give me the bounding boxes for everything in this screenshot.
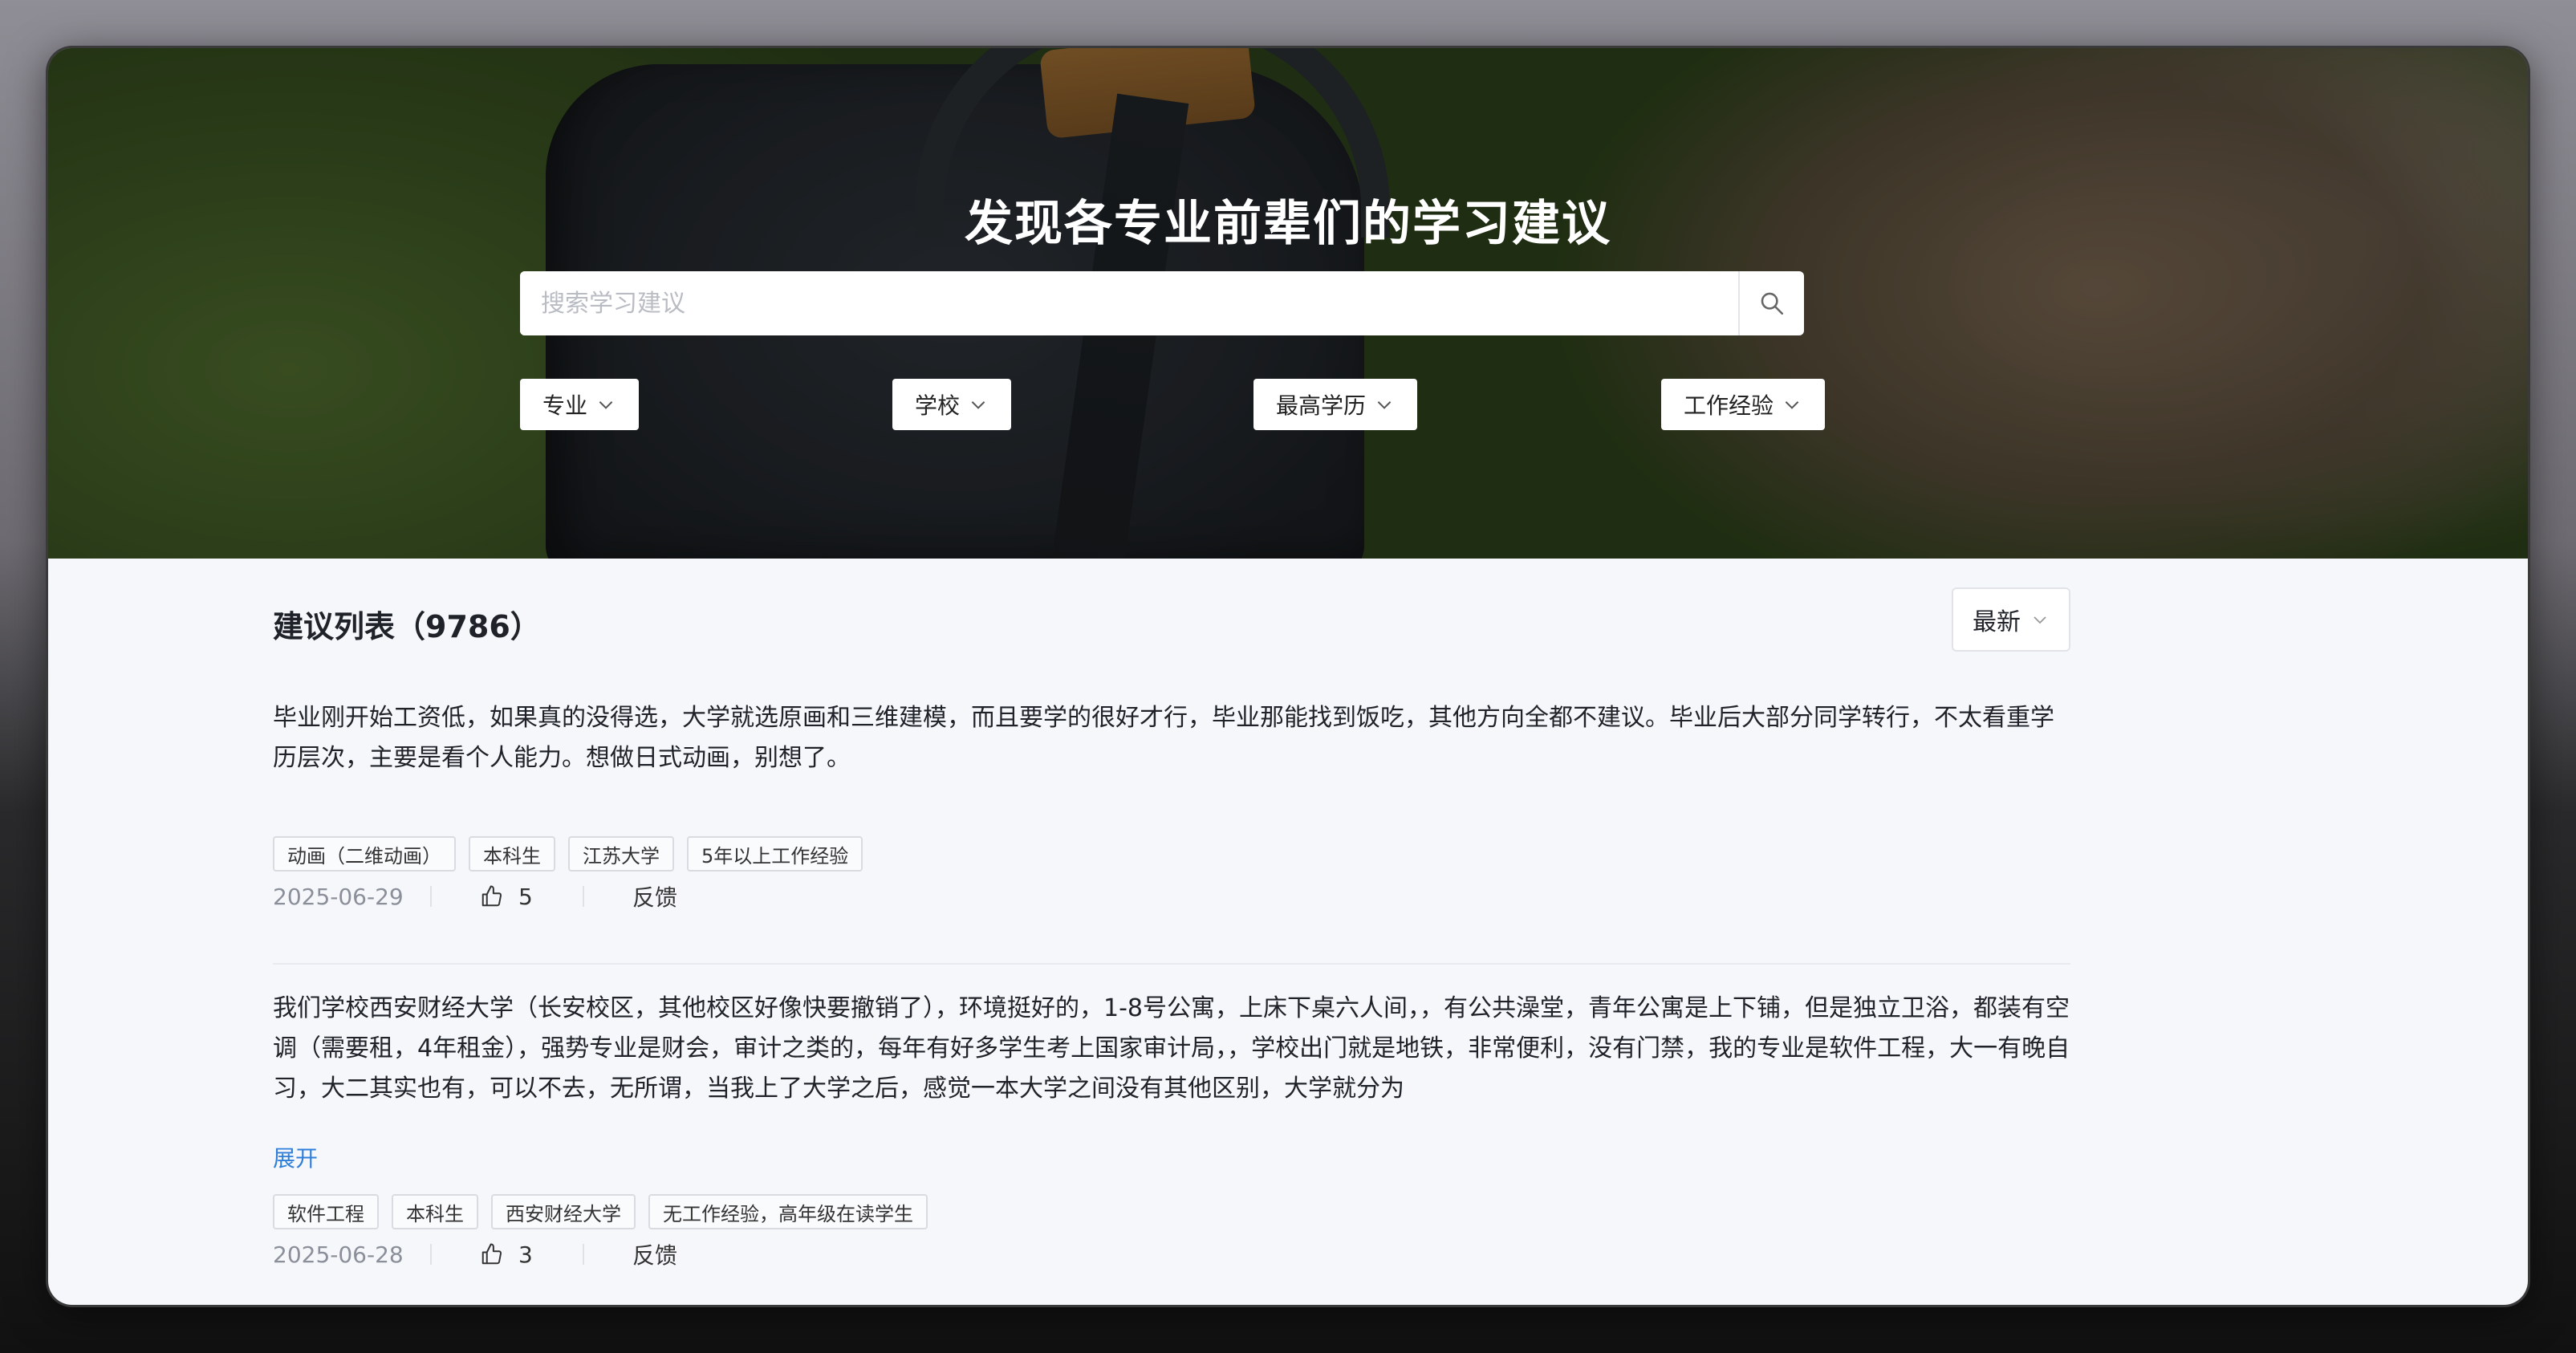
browser-window: 发现各专业前辈们的学习建议 专业 学校 最高学历 工作经验 bbox=[48, 48, 2528, 1305]
like-button[interactable]: 5 bbox=[480, 884, 583, 910]
filter-major[interactable]: 专业 bbox=[520, 379, 640, 430]
thumbs-up-icon bbox=[481, 1243, 502, 1265]
chevron-down-icon bbox=[2034, 616, 2046, 624]
search-button[interactable] bbox=[1738, 271, 1804, 335]
tag-list: 动画（二维动画） 本科生 江苏大学 5年以上工作经验 bbox=[273, 836, 863, 872]
chevron-down-icon bbox=[1785, 401, 1799, 409]
filter-degree[interactable]: 最高学历 bbox=[1253, 379, 1418, 430]
filter-school-label: 学校 bbox=[915, 392, 961, 419]
tag[interactable]: 本科生 bbox=[392, 1194, 478, 1229]
item-date: 2025-06-28 bbox=[273, 1241, 404, 1268]
item-meta: 2025-06-29 5 反馈 bbox=[273, 876, 677, 916]
filter-experience[interactable]: 工作经验 bbox=[1661, 379, 1826, 430]
hero-banner: 发现各专业前辈们的学习建议 专业 学校 最高学历 工作经验 bbox=[48, 48, 2528, 559]
chevron-down-icon bbox=[599, 401, 613, 409]
list-item: 毕业刚开始工资低，如果真的没得选，大学就选原画和三维建模，而且要学的很好才行，毕… bbox=[273, 698, 2070, 778]
tag[interactable]: 江苏大学 bbox=[568, 836, 674, 872]
suggestion-text: 我们学校西安财经大学（长安校区，其他校区好像快要撤销了），环境挺好的，1-8号公… bbox=[273, 994, 2070, 1103]
meta-separator bbox=[430, 886, 432, 907]
filter-major-label: 专业 bbox=[542, 392, 588, 419]
filter-experience-label: 工作经验 bbox=[1684, 392, 1774, 419]
sort-label: 最新 bbox=[1973, 608, 2021, 636]
thumbs-up-icon bbox=[481, 885, 502, 907]
hero-title: 发现各专业前辈们的学习建议 bbox=[965, 196, 1611, 252]
suggestion-text: 毕业刚开始工资低，如果真的没得选，大学就选原画和三维建模，而且要学的很好才行，毕… bbox=[273, 704, 2054, 772]
filter-school[interactable]: 学校 bbox=[892, 379, 1012, 430]
tag[interactable]: 无工作经验，高年级在读学生 bbox=[648, 1194, 928, 1229]
expand-link[interactable]: 展开 bbox=[273, 1141, 318, 1173]
item-meta: 2025-06-28 3 反馈 bbox=[273, 1234, 677, 1274]
tag[interactable]: 本科生 bbox=[469, 836, 555, 872]
meta-separator bbox=[430, 1244, 432, 1265]
like-count: 3 bbox=[518, 1241, 533, 1268]
feedback-link[interactable]: 反馈 bbox=[632, 1238, 677, 1270]
meta-separator bbox=[583, 1244, 584, 1265]
search-bar bbox=[520, 271, 1804, 335]
list-title: 建议列表（9786） bbox=[273, 609, 541, 644]
meta-separator bbox=[583, 886, 584, 907]
tag[interactable]: 软件工程 bbox=[273, 1194, 379, 1229]
filter-degree-label: 最高学历 bbox=[1276, 392, 1367, 419]
like-count: 5 bbox=[518, 883, 533, 910]
tag-list: 软件工程 本科生 西安财经大学 无工作经验，高年级在读学生 bbox=[273, 1194, 928, 1229]
chevron-down-icon bbox=[971, 401, 985, 409]
tag[interactable]: 西安财经大学 bbox=[491, 1194, 636, 1229]
item-divider bbox=[273, 963, 2070, 965]
like-button[interactable]: 3 bbox=[480, 1241, 583, 1268]
chevron-down-icon bbox=[1377, 401, 1392, 409]
feedback-link[interactable]: 反馈 bbox=[632, 880, 677, 912]
list-item: 我们学校西安财经大学（长安校区，其他校区好像快要撤销了），环境挺好的，1-8号公… bbox=[273, 989, 2070, 1109]
tag[interactable]: 动画（二维动画） bbox=[273, 836, 456, 872]
tag[interactable]: 5年以上工作经验 bbox=[687, 836, 863, 872]
search-input[interactable] bbox=[520, 271, 1738, 335]
sort-dropdown[interactable]: 最新 bbox=[1952, 587, 2070, 652]
item-date: 2025-06-29 bbox=[273, 883, 404, 910]
search-icon bbox=[1761, 292, 1784, 315]
